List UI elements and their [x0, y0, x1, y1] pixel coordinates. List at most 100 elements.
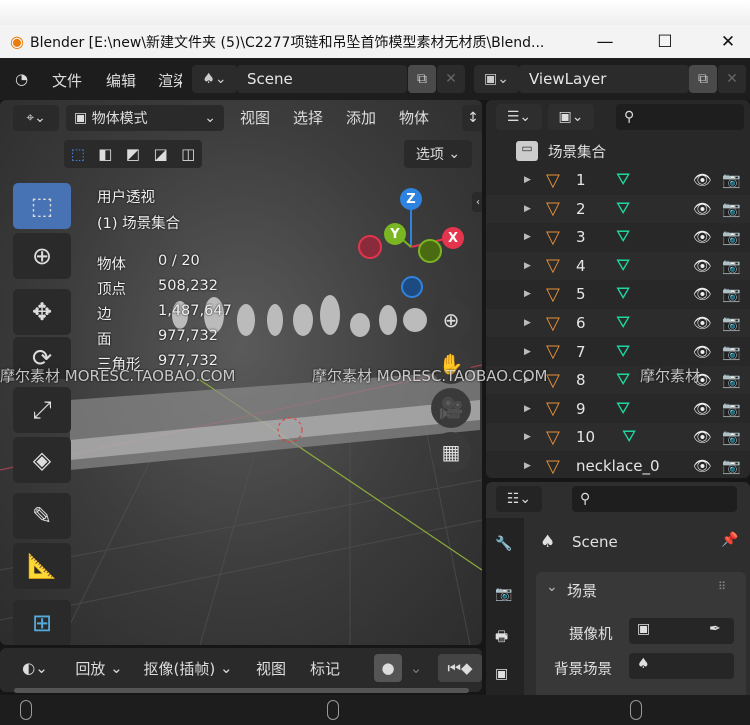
- close-button[interactable]: ✕: [708, 25, 748, 58]
- timeline-menu-view[interactable]: 视图: [256, 654, 286, 682]
- expand-arrow-icon[interactable]: ▶: [524, 204, 531, 214]
- gizmo-neg-x[interactable]: [358, 235, 382, 259]
- scene-selector-icon[interactable]: ♠⌄: [192, 65, 237, 93]
- sidebar-toggle-icon[interactable]: ‹: [472, 192, 482, 212]
- visibility-eye-icon[interactable]: 👁: [693, 257, 712, 275]
- gizmo-neg-z[interactable]: [401, 276, 423, 298]
- viewlayer-selector-icon[interactable]: ▣⌄: [474, 65, 519, 93]
- outliner-item[interactable]: ▶ ▽ 5 ⛛ 👁 📷: [486, 280, 750, 308]
- transform-orientation-icon[interactable]: ↕: [462, 105, 482, 131]
- blender-menu-icon[interactable]: ◔: [15, 70, 28, 88]
- render-camera-icon[interactable]: 📷: [722, 314, 741, 332]
- drag-handle-icon[interactable]: ⠿: [718, 580, 726, 593]
- expand-arrow-icon[interactable]: ▶: [524, 432, 531, 442]
- render-camera-icon[interactable]: 📷: [722, 371, 741, 389]
- delete-viewlayer-icon[interactable]: ✕: [718, 65, 746, 93]
- tool-scale[interactable]: ⤢: [13, 387, 71, 433]
- zoom-icon[interactable]: ⊕: [431, 300, 471, 340]
- render-camera-icon[interactable]: 📷: [722, 171, 741, 189]
- select-extend-icon[interactable]: ◧: [98, 145, 112, 163]
- mesh-data-icon[interactable]: ⛛: [616, 170, 630, 190]
- visibility-eye-icon[interactable]: 👁: [693, 314, 712, 332]
- keying-options-icon[interactable]: ⌄: [402, 654, 430, 682]
- outliner-item[interactable]: ▶ ▽ 6 ⛛ 👁 📷: [486, 309, 750, 337]
- select-intersect-icon[interactable]: ◫: [181, 145, 195, 163]
- mesh-data-icon[interactable]: ⛛: [616, 342, 630, 362]
- copy-scene-icon[interactable]: ⧉: [408, 65, 436, 93]
- display-mode-icon[interactable]: ▣⌄: [548, 104, 594, 130]
- outliner-editor-type-icon[interactable]: ☰⌄: [496, 104, 542, 130]
- properties-search-input[interactable]: ⚲: [572, 486, 737, 512]
- properties-editor-type-icon[interactable]: ☷⌄: [496, 486, 542, 512]
- outliner-search-input[interactable]: ⚲: [616, 104, 744, 130]
- selection-mode-buttons[interactable]: ⬚ ◧ ◩ ◪ ◫: [64, 140, 202, 168]
- render-camera-icon[interactable]: 📷: [722, 400, 741, 418]
- visibility-eye-icon[interactable]: 👁: [693, 228, 712, 246]
- gizmo-x-axis[interactable]: X: [442, 227, 464, 249]
- tool-measure[interactable]: 📐: [13, 543, 71, 589]
- mesh-data-icon[interactable]: ⛛: [622, 427, 636, 447]
- visibility-eye-icon[interactable]: 👁: [693, 343, 712, 361]
- mesh-data-icon[interactable]: ⛛: [616, 284, 630, 304]
- render-camera-icon[interactable]: 📷: [722, 257, 741, 275]
- tool-transform[interactable]: ◈: [13, 437, 71, 483]
- tool-select-box[interactable]: ⬚: [13, 183, 71, 229]
- keying-dropdown[interactable]: 抠像(插帧) ⌄: [133, 654, 243, 682]
- minimize-button[interactable]: —: [585, 25, 625, 58]
- gizmo-z-axis[interactable]: Z: [400, 188, 422, 210]
- outliner-item[interactable]: ▶ ▽ necklace_0 👁 📷: [486, 452, 750, 478]
- mesh-data-icon[interactable]: ⛛: [616, 370, 630, 390]
- timeline-scrollbar[interactable]: [14, 688, 469, 693]
- editor-type-icon[interactable]: ⌖⌄: [13, 105, 59, 131]
- menu-select[interactable]: 选择: [293, 107, 323, 128]
- render-camera-icon[interactable]: 📷: [722, 228, 741, 246]
- panel-title[interactable]: 场景: [567, 580, 597, 601]
- expand-arrow-icon[interactable]: ▶: [524, 318, 531, 328]
- outliner-item[interactable]: ▶ ▽ 9 ⛛ 👁 📷: [486, 395, 750, 423]
- eyedropper-icon[interactable]: ✒: [709, 621, 721, 637]
- outliner-root-collection[interactable]: ▭ 场景集合: [486, 137, 750, 165]
- visibility-eye-icon[interactable]: 👁: [693, 171, 712, 189]
- view-layer-tab-icon[interactable]: ▣: [495, 666, 508, 682]
- menu-edit[interactable]: 编辑: [106, 70, 136, 91]
- render-camera-icon[interactable]: 📷: [722, 457, 741, 475]
- expand-arrow-icon[interactable]: ▶: [524, 289, 531, 299]
- visibility-eye-icon[interactable]: 👁: [693, 457, 712, 475]
- timeline-menu-marker[interactable]: 标记: [310, 654, 340, 682]
- mesh-data-icon[interactable]: ⛛: [616, 313, 630, 333]
- timeline-editor-type-icon[interactable]: ◐⌄: [14, 654, 56, 682]
- tool-cursor[interactable]: ⊕: [13, 233, 71, 279]
- expand-arrow-icon[interactable]: ▶: [524, 404, 531, 414]
- outliner-item[interactable]: ▶ ▽ 7 ⛛ 👁 📷: [486, 338, 750, 366]
- ortho-grid-icon[interactable]: ▦: [431, 432, 471, 472]
- visibility-eye-icon[interactable]: 👁: [693, 200, 712, 218]
- render-camera-icon[interactable]: 📷: [722, 428, 741, 446]
- options-dropdown[interactable]: 选项 ⌄: [404, 140, 472, 168]
- pin-icon[interactable]: 📌: [721, 532, 738, 548]
- tool-tab-icon[interactable]: 🔧: [495, 536, 512, 552]
- visibility-eye-icon[interactable]: 👁: [693, 428, 712, 446]
- visibility-eye-icon[interactable]: 👁: [693, 285, 712, 303]
- mesh-data-icon[interactable]: ⛛: [616, 399, 630, 419]
- playback-dropdown[interactable]: 回放 ⌄: [66, 654, 132, 682]
- outliner-item[interactable]: ▶ ▽ 2 ⛛ 👁 📷: [486, 194, 750, 223]
- copy-viewlayer-icon[interactable]: ⧉: [689, 65, 717, 93]
- mesh-data-icon[interactable]: ⛛: [616, 227, 630, 247]
- auto-keying-toggle[interactable]: ●: [374, 654, 402, 682]
- mesh-data-icon[interactable]: ⛛: [616, 199, 630, 219]
- outliner-item[interactable]: ▶ ▽ 1 ⛛ 👁 📷: [486, 166, 750, 194]
- mesh-data-icon[interactable]: ⛛: [616, 256, 630, 276]
- visibility-eye-icon[interactable]: 👁: [693, 400, 712, 418]
- gizmo-neg-y[interactable]: [418, 239, 442, 263]
- menu-file[interactable]: 文件: [52, 70, 82, 91]
- scene-name-field[interactable]: Scene: [237, 65, 407, 93]
- select-subtract-icon[interactable]: ◩: [126, 145, 140, 163]
- menu-add[interactable]: 添加: [346, 107, 376, 128]
- output-tab-icon[interactable]: 🖶: [495, 626, 508, 650]
- maximize-button[interactable]: ☐: [645, 25, 685, 58]
- gizmo-y-axis[interactable]: Y: [384, 223, 406, 245]
- render-tab-icon[interactable]: 📷: [495, 586, 512, 602]
- outliner-item[interactable]: ▶ ▽ 4 ⛛ 👁 📷: [486, 251, 750, 280]
- viewlayer-name-field[interactable]: ViewLayer: [519, 65, 689, 93]
- render-camera-icon[interactable]: 📷: [722, 285, 741, 303]
